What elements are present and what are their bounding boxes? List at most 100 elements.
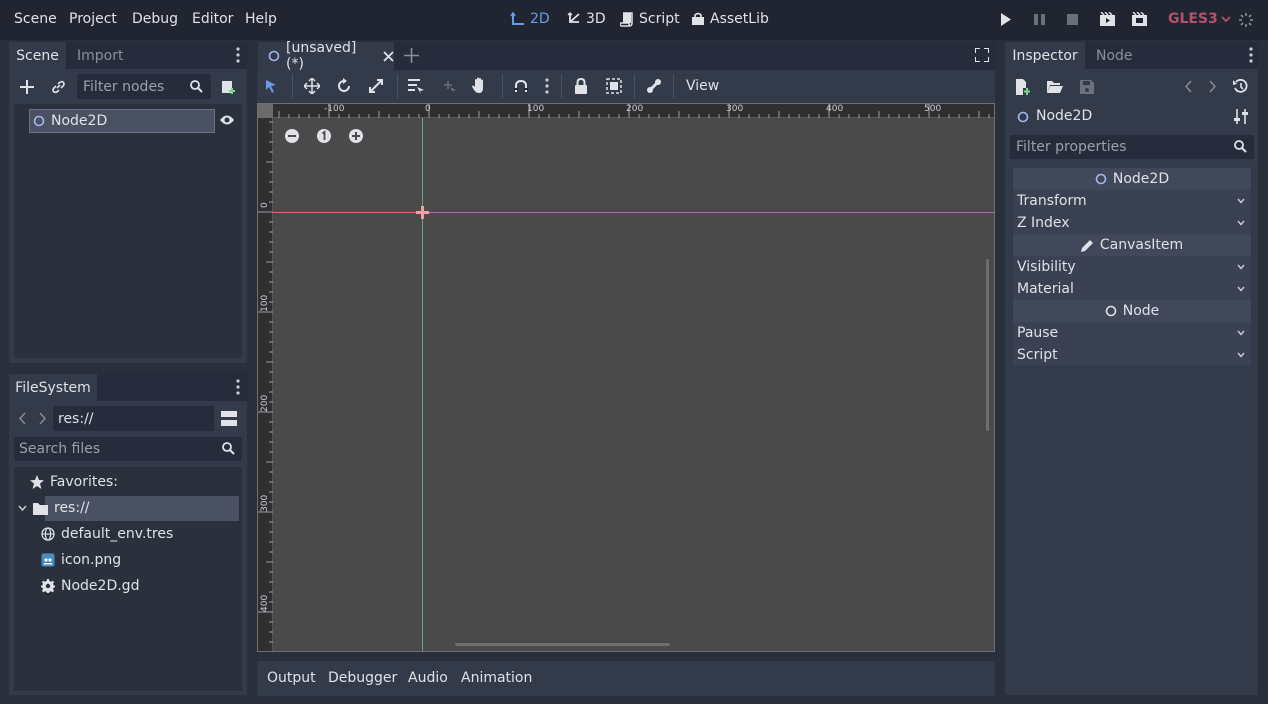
tab-output[interactable]: Output: [267, 670, 316, 686]
history-forward-icon[interactable]: [1209, 80, 1216, 93]
menu-project[interactable]: Project: [69, 11, 117, 27]
file-row[interactable]: Node2D.gd: [41, 574, 139, 598]
section-node[interactable]: Node: [1013, 300, 1251, 322]
tab-filesystem[interactable]: FileSystem: [9, 374, 97, 401]
inspector-menu-icon[interactable]: [1249, 47, 1253, 63]
menu-editor[interactable]: Editor: [192, 11, 233, 27]
horizontal-scrollbar[interactable]: [455, 643, 670, 646]
3d-axis-icon: [566, 11, 581, 27]
path-value: res://: [58, 410, 94, 427]
ruler-label-y: 200: [260, 394, 270, 412]
file-row[interactable]: icon.png: [41, 548, 121, 572]
play-icon[interactable]: [1000, 13, 1012, 26]
tab-inspector[interactable]: Inspector: [1005, 42, 1085, 69]
search-files-input[interactable]: Search files: [14, 437, 242, 461]
pan-tool-icon[interactable]: [472, 77, 487, 94]
renderer-select[interactable]: GLES3: [1168, 11, 1231, 27]
fullscreen-icon[interactable]: [975, 48, 989, 62]
pivot-tool-icon[interactable]: [441, 78, 456, 94]
group-visibility[interactable]: Visibility: [1013, 256, 1251, 278]
back-arrow-icon[interactable]: [19, 412, 26, 425]
select-tool-icon[interactable]: [265, 79, 277, 93]
add-node-icon[interactable]: [20, 80, 34, 94]
stop-icon[interactable]: [1067, 14, 1078, 25]
new-tab-icon[interactable]: [404, 48, 419, 63]
chevron-down-icon: [1237, 198, 1245, 204]
inspector-panel: [1005, 69, 1258, 695]
snap-icon[interactable]: [514, 79, 528, 93]
filter-nodes-placeholder: Filter nodes: [83, 78, 165, 95]
fs-menu-icon[interactable]: [236, 379, 240, 395]
file-row[interactable]: default_env.tres: [41, 522, 173, 546]
workspace-2d-button[interactable]: 2D: [510, 11, 550, 27]
open-folder-icon[interactable]: [1047, 80, 1063, 94]
tab-scene-label: Scene: [16, 47, 59, 64]
group-script-label: Script: [1017, 347, 1058, 363]
workspace-assetlib-button[interactable]: AssetLib: [691, 11, 769, 27]
node2d-icon: [1017, 111, 1029, 123]
vertical-scrollbar[interactable]: [986, 259, 989, 431]
tab-filesystem-label: FileSystem: [15, 379, 91, 396]
group-icon[interactable]: [606, 78, 622, 94]
skeleton-bone-icon[interactable]: [646, 78, 662, 94]
dock-menu-icon[interactable]: [236, 47, 240, 63]
save-icon[interactable]: [1080, 80, 1094, 94]
zoom-reset-icon[interactable]: [317, 129, 331, 143]
group-material[interactable]: Material: [1013, 278, 1251, 300]
instance-scene-icon[interactable]: [221, 79, 237, 95]
new-resource-icon[interactable]: [1016, 79, 1030, 95]
lock-icon[interactable]: [574, 78, 588, 94]
group-script[interactable]: Script: [1013, 344, 1251, 366]
tab-scene[interactable]: Scene: [9, 42, 66, 69]
snap-options-icon[interactable]: [545, 78, 549, 94]
res-root-row[interactable]: res://: [18, 496, 90, 520]
forward-arrow-icon[interactable]: [39, 412, 46, 425]
scene-tab-label: [unsaved](*): [286, 40, 357, 72]
menu-scene[interactable]: Scene: [14, 11, 57, 27]
tree-node-root[interactable]: Node2D: [29, 109, 215, 133]
pause-icon[interactable]: [1034, 14, 1045, 25]
ruler-label-y: 100: [260, 294, 270, 312]
section-node2d[interactable]: Node2D: [1013, 168, 1251, 190]
history-back-icon[interactable]: [1185, 80, 1192, 93]
object-properties-icon[interactable]: [1234, 109, 1248, 124]
zoom-out-icon[interactable]: [285, 129, 299, 143]
canvas-viewport[interactable]: -100 0 100 200 300 400 500 0 100 200 300…: [258, 103, 994, 651]
zoom-in-icon[interactable]: [349, 129, 363, 143]
tab-debugger[interactable]: Debugger: [328, 670, 397, 686]
group-pause[interactable]: Pause: [1013, 322, 1251, 344]
split-view-icon[interactable]: [221, 411, 237, 426]
section-canvasitem[interactable]: CanvasItem: [1013, 234, 1251, 256]
group-z-index[interactable]: Z Index: [1013, 212, 1251, 234]
list-select-icon[interactable]: [408, 78, 424, 94]
tab-import[interactable]: Import: [77, 42, 123, 69]
toolbar-separator: [673, 74, 674, 98]
script-icon: [620, 11, 634, 27]
workspace-3d-button[interactable]: 3D: [566, 11, 606, 27]
link-icon[interactable]: [51, 80, 66, 94]
view-menu-button[interactable]: View: [686, 78, 719, 94]
history-icon[interactable]: [1233, 79, 1248, 94]
tab-node[interactable]: Node: [1096, 42, 1133, 69]
workspace-script-button[interactable]: Script: [620, 11, 680, 27]
rotate-tool-icon[interactable]: [336, 78, 352, 94]
globe-icon: [41, 527, 55, 541]
path-field[interactable]: res://: [53, 406, 214, 431]
scene-tab-unsaved[interactable]: [unsaved](*): [258, 40, 394, 72]
ruler-label-x: 100: [527, 104, 545, 114]
close-icon[interactable]: [383, 50, 394, 62]
group-transform[interactable]: Transform: [1013, 190, 1251, 212]
play-custom-scene-icon[interactable]: [1132, 12, 1147, 27]
menu-help[interactable]: Help: [245, 11, 277, 27]
tab-animation[interactable]: Animation: [461, 670, 532, 686]
assetlib-icon: [691, 12, 705, 26]
play-scene-icon[interactable]: [1100, 12, 1115, 27]
move-tool-icon[interactable]: [304, 78, 320, 94]
filter-properties-input[interactable]: Filter properties: [1010, 135, 1254, 159]
tab-audio[interactable]: Audio: [408, 670, 448, 686]
scale-tool-icon[interactable]: [368, 78, 384, 94]
favorites-row[interactable]: Favorites:: [30, 470, 118, 494]
visibility-eye-icon[interactable]: [219, 114, 235, 126]
menu-debug[interactable]: Debug: [132, 11, 178, 27]
origin-cross-icon: [416, 206, 429, 219]
